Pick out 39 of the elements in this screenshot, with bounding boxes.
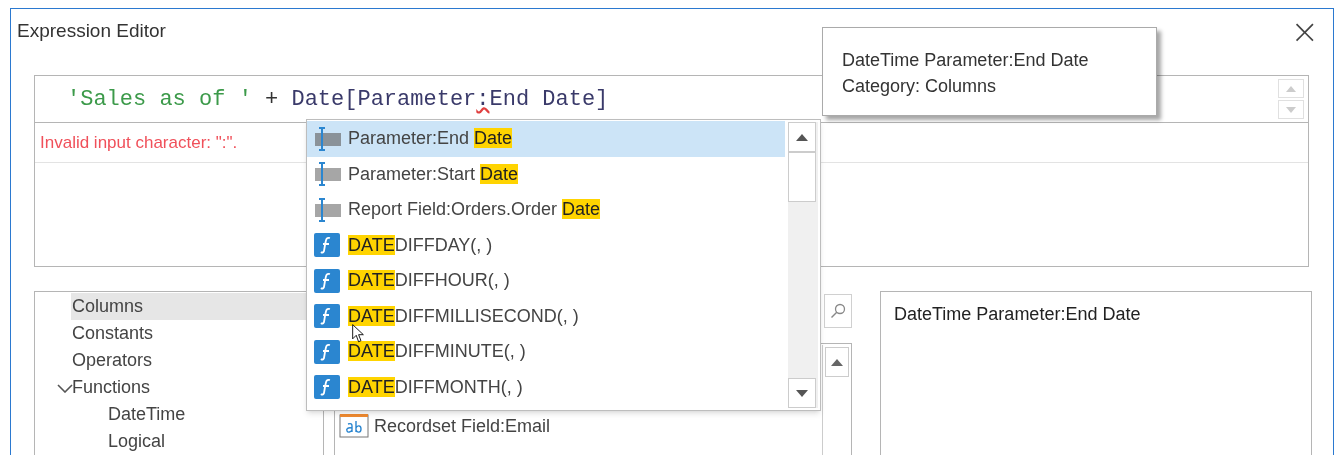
autocomplete-item[interactable]: Report Field:Orders.Order Date bbox=[307, 192, 785, 228]
autocomplete-item[interactable]: Parameter:End Date bbox=[307, 121, 785, 157]
search-icon bbox=[830, 303, 846, 319]
tree-item[interactable]: Functions bbox=[71, 374, 281, 401]
function-icon bbox=[313, 267, 341, 294]
scrollbar[interactable] bbox=[822, 345, 850, 455]
function-icon bbox=[313, 338, 341, 365]
up-arrow-icon bbox=[796, 133, 808, 141]
tooltip-text: DateTime Parameter:End Date bbox=[842, 49, 1090, 72]
up-arrow-icon bbox=[830, 358, 843, 366]
field-icon bbox=[313, 196, 341, 223]
function-icon bbox=[313, 232, 341, 259]
function-icon bbox=[313, 374, 341, 401]
scroll-down-button[interactable] bbox=[788, 378, 816, 408]
field-icon bbox=[313, 161, 341, 188]
scroll-up-button[interactable] bbox=[824, 347, 849, 377]
down-arrow-icon bbox=[796, 389, 808, 397]
description-text: DateTime Parameter:End Date bbox=[894, 304, 1141, 324]
autocomplete-item[interactable]: Parameter:Start Date bbox=[307, 156, 785, 192]
window-title: Expression Editor bbox=[17, 18, 166, 43]
function-icon bbox=[313, 303, 341, 330]
down-arrow-icon bbox=[1286, 106, 1296, 113]
mouse-pointer-icon bbox=[352, 324, 364, 343]
scroll-thumb[interactable] bbox=[788, 152, 816, 202]
tooltip-text: Category: Columns bbox=[842, 75, 998, 98]
tree-item[interactable]: Logical bbox=[107, 428, 323, 455]
text-field-icon bbox=[339, 414, 369, 438]
up-arrow-icon bbox=[1286, 85, 1296, 92]
scroll-up-button[interactable] bbox=[788, 122, 816, 152]
error-message: Invalid input character: ":". bbox=[40, 131, 238, 154]
close-button[interactable]: × bbox=[1290, 14, 1319, 48]
list-item-text[interactable]: Recordset Field:Email bbox=[374, 412, 551, 440]
autocomplete-item[interactable]: DATEDIFFMINUTE(, ) bbox=[307, 334, 785, 370]
expression-text: 'Sales as of ' + Date[Parameter:End Date] bbox=[67, 85, 609, 114]
autocomplete-item[interactable]: DATEDIFFDAY(, ) bbox=[307, 227, 785, 263]
field-icon bbox=[313, 125, 341, 152]
chevron-down-icon[interactable] bbox=[57, 382, 73, 393]
search-button[interactable] bbox=[824, 294, 852, 328]
scrollbar[interactable] bbox=[788, 122, 818, 408]
